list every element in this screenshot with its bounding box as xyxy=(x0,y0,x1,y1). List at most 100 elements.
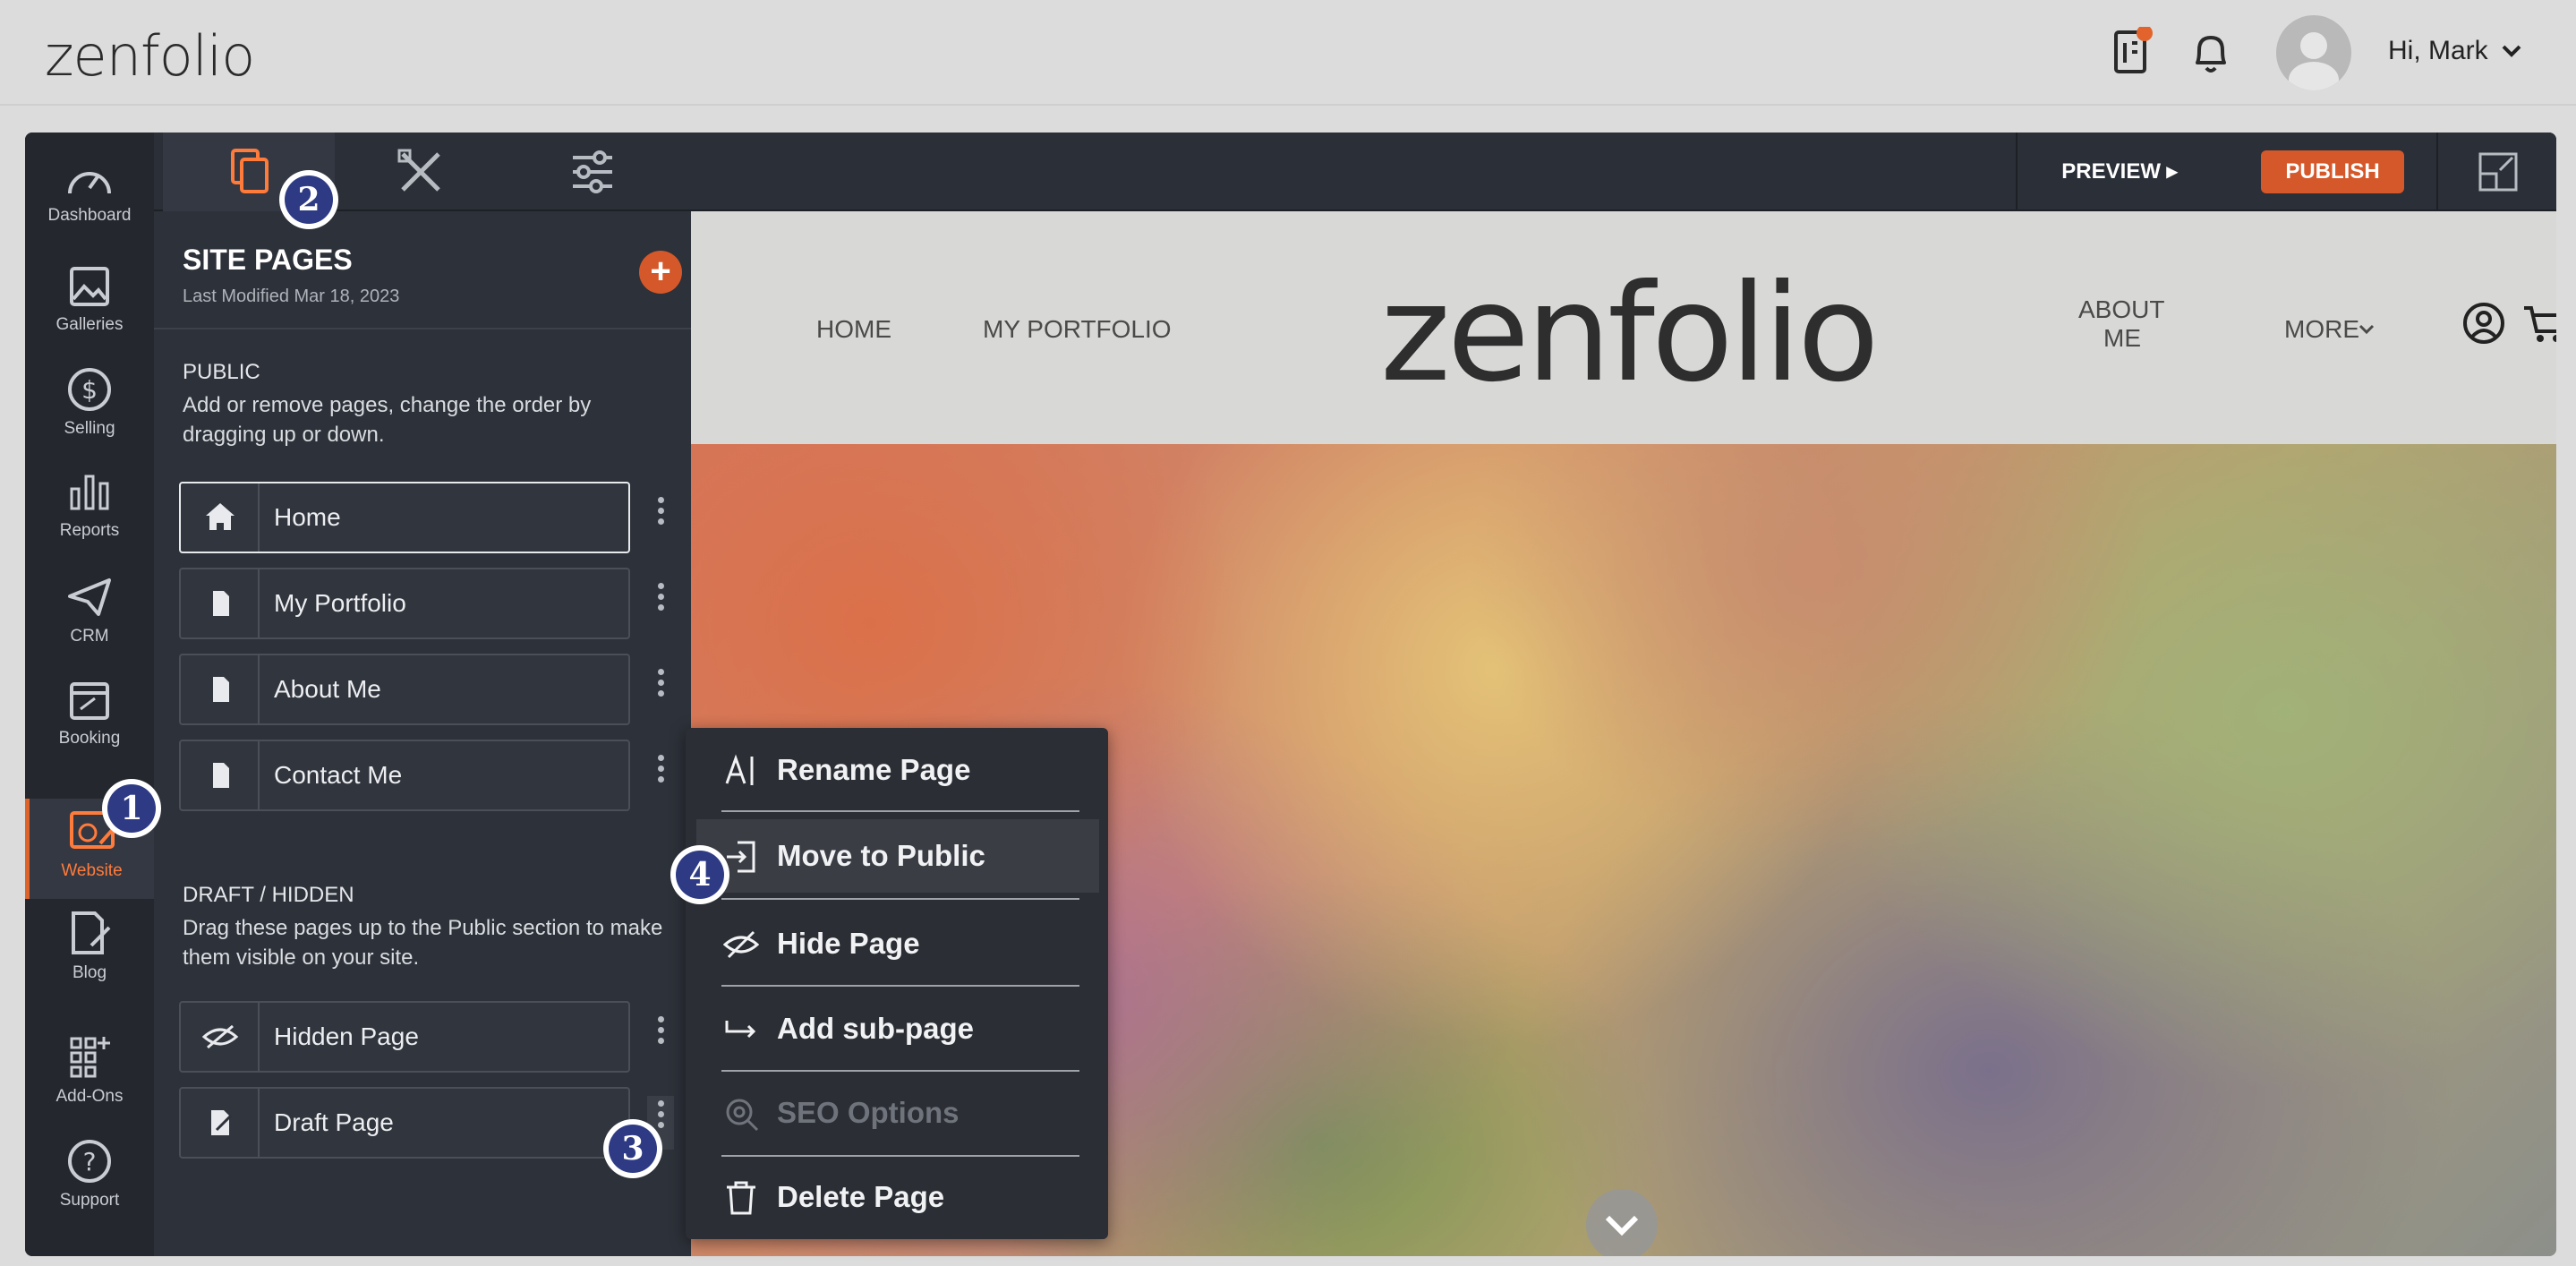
nav-add-ons-label: Add-Ons xyxy=(55,1087,124,1106)
tab-design[interactable] xyxy=(335,133,507,211)
page-menu-kebab[interactable] xyxy=(647,1012,674,1065)
nav-support-label: Support xyxy=(59,1191,120,1210)
public-description: Add or remove pages, change the order by… xyxy=(183,393,592,447)
menu-separator xyxy=(721,810,1079,812)
page-row-about-me[interactable]: About Me xyxy=(179,654,630,725)
draft-description: Drag these pages up to the Public sectio… xyxy=(183,916,663,970)
menu-seo-options: SEO Options xyxy=(686,1071,1108,1153)
brand-logo[interactable]: zenfolio xyxy=(45,23,255,89)
page-row-contact-me[interactable]: Contact Me xyxy=(179,740,630,811)
page-icon xyxy=(213,591,229,616)
divider xyxy=(154,328,691,329)
nav-blog-label: Blog xyxy=(72,963,107,982)
site-logo[interactable]: zenfolio xyxy=(1380,256,1880,412)
callout-badge-3: 3 xyxy=(603,1119,662,1178)
home-icon xyxy=(206,503,235,530)
nav-add-ons[interactable]: Add-Ons xyxy=(25,1035,154,1133)
menu-label: SEO Options xyxy=(777,1096,960,1129)
blog-icon xyxy=(72,911,111,954)
panel-title: SITE PAGES xyxy=(183,244,353,276)
page-icon xyxy=(213,677,229,702)
nav-dashboard-label: Dashboard xyxy=(47,206,132,225)
menu-rename-page[interactable]: Rename Page xyxy=(686,728,1108,810)
page-row-draft-page[interactable]: Draft Page xyxy=(179,1087,630,1159)
draft-icon xyxy=(211,1110,233,1135)
nav-blog[interactable]: Blog xyxy=(25,910,154,1008)
grid-plus-icon xyxy=(70,1037,110,1078)
galleries-icon xyxy=(70,267,109,306)
sliders-icon xyxy=(573,150,612,193)
notifications-bell-icon[interactable] xyxy=(2188,29,2233,79)
user-greeting[interactable]: Hi, Mark xyxy=(2388,36,2488,66)
nav-crm-label: CRM xyxy=(70,627,109,646)
news-icon[interactable] xyxy=(2109,25,2154,77)
page-label: Hidden Page xyxy=(274,1022,419,1050)
sub-page-arrow-icon xyxy=(725,1021,756,1039)
site-nav-home[interactable]: HOME xyxy=(816,315,891,344)
page-menu-kebab[interactable] xyxy=(647,492,674,546)
editor-header: PREVIEW ▸ PUBLISH xyxy=(154,133,2556,211)
callout-badge-4: 4 xyxy=(670,845,729,904)
eye-off-icon xyxy=(723,930,759,959)
pages-icon xyxy=(231,149,269,193)
site-nav-about-line2[interactable]: ME xyxy=(2103,324,2141,353)
site-nav-more[interactable]: MORE xyxy=(2284,315,2359,344)
page-menu-kebab[interactable] xyxy=(647,578,674,632)
page-row-hidden-page[interactable]: Hidden Page xyxy=(179,1001,630,1073)
editor-frame: Dashboard Galleries $ Selling Reports CR… xyxy=(25,133,2556,1256)
nav-selling[interactable]: $ Selling xyxy=(25,367,154,466)
nav-crm[interactable]: CRM xyxy=(25,575,154,673)
chevron-down-icon[interactable] xyxy=(2500,41,2523,61)
site-nav-portfolio[interactable]: MY PORTFOLIO xyxy=(983,315,1172,344)
callout-badge-2: 2 xyxy=(279,170,338,229)
nav-reports-label: Reports xyxy=(59,521,120,540)
nav-galleries[interactable]: Galleries xyxy=(25,263,154,362)
tab-settings[interactable] xyxy=(507,133,678,211)
add-page-button[interactable]: + xyxy=(639,251,682,294)
page-menu-kebab[interactable] xyxy=(647,664,674,718)
menu-move-to-public[interactable]: Move to Public xyxy=(696,819,1099,893)
scroll-down-button[interactable] xyxy=(1586,1189,1658,1256)
chevron-down-icon xyxy=(2358,322,2376,341)
left-nav-rail: Dashboard Galleries $ Selling Reports CR… xyxy=(25,133,154,1256)
publish-button[interactable]: PUBLISH xyxy=(2261,150,2404,193)
top-bar: zenfolio Hi, Mark xyxy=(0,0,2576,106)
eye-off-icon xyxy=(201,1024,239,1049)
page-icon xyxy=(213,763,229,788)
page-context-menu: Rename Page Move to Public Hide Page Add… xyxy=(686,728,1108,1239)
page-menu-kebab[interactable] xyxy=(647,750,674,804)
rename-icon xyxy=(725,754,754,785)
nav-support[interactable]: ? Support xyxy=(25,1139,154,1237)
menu-label: Hide Page xyxy=(777,927,920,960)
page-label: About Me xyxy=(274,675,381,703)
public-heading: PUBLIC xyxy=(183,360,260,384)
user-avatar[interactable] xyxy=(2276,15,2351,90)
page-label: Home xyxy=(274,503,341,531)
bar-chart-icon xyxy=(70,475,109,510)
site-nav-about-line1[interactable]: ABOUT xyxy=(2078,295,2164,324)
svg-text:$: $ xyxy=(81,375,98,405)
menu-add-sub-page[interactable]: Add sub-page xyxy=(686,987,1108,1069)
menu-label: Add sub-page xyxy=(777,1012,974,1045)
page-label: Draft Page xyxy=(274,1108,394,1136)
menu-hide-page[interactable]: Hide Page xyxy=(686,902,1108,984)
page-row-my-portfolio[interactable]: My Portfolio xyxy=(179,568,630,639)
menu-label: Rename Page xyxy=(777,753,971,786)
expand-button[interactable] xyxy=(2436,133,2556,211)
menu-delete-page[interactable]: Delete Page xyxy=(686,1155,1108,1237)
page-label: My Portfolio xyxy=(274,589,406,617)
seo-icon xyxy=(726,1099,759,1132)
paper-plane-icon xyxy=(68,578,111,616)
calendar-icon xyxy=(70,682,109,720)
preview-button[interactable]: PREVIEW ▸ xyxy=(2016,133,2222,211)
site-pages-panel: SITE PAGES Last Modified Mar 18, 2023 + … xyxy=(154,211,691,1256)
last-modified: Last Modified Mar 18, 2023 xyxy=(183,287,400,306)
cart-icon[interactable] xyxy=(2522,301,2556,350)
page-row-home[interactable]: Home xyxy=(179,482,630,553)
nav-reports[interactable]: Reports xyxy=(25,469,154,568)
nav-dashboard[interactable]: Dashboard xyxy=(25,159,154,258)
expand-icon xyxy=(2478,152,2518,192)
help-icon: ? xyxy=(68,1140,111,1183)
nav-booking[interactable]: Booking xyxy=(25,677,154,775)
account-icon[interactable] xyxy=(2461,301,2506,350)
